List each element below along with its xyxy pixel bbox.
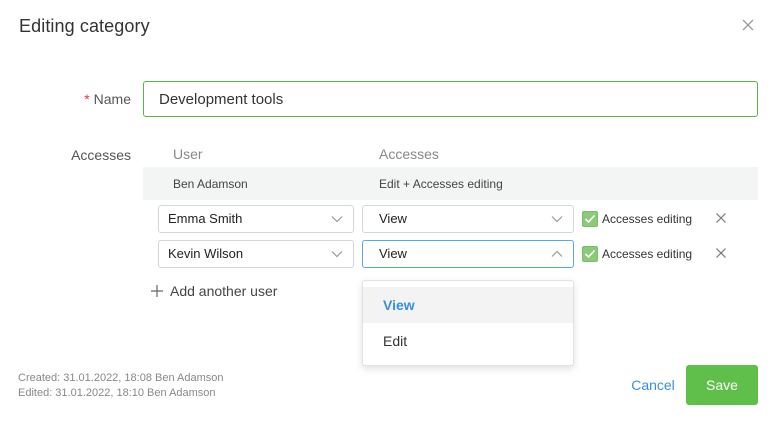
cancel-button[interactable]: Cancel <box>626 372 680 398</box>
user-select-row-2[interactable]: Kevin Wilson <box>158 240 354 268</box>
add-another-user-label: Add another user <box>170 283 278 299</box>
checkbox-checked-icon <box>582 246 598 262</box>
required-mark: * <box>84 91 90 107</box>
save-button[interactable]: Save <box>686 365 758 405</box>
chevron-down-icon <box>331 250 343 258</box>
chevron-down-icon <box>551 215 563 223</box>
owner-accesses: Edit + Accesses editing <box>379 177 503 191</box>
user-select-value: Emma Smith <box>168 211 243 226</box>
created-meta: Created: 31.01.2022, 18:08 Ben Adamson <box>18 372 224 384</box>
name-input[interactable] <box>143 81 758 117</box>
add-another-user-button[interactable]: Add another user <box>150 282 277 300</box>
dialog-title: Editing category <box>19 16 150 36</box>
edit-category-dialog: Editing category *Name Accesses User Acc… <box>0 0 771 421</box>
dropdown-option-edit[interactable]: Edit <box>363 323 573 359</box>
close-icon <box>742 19 754 31</box>
remove-user-button-row-2[interactable] <box>715 247 729 261</box>
close-icon <box>716 213 726 223</box>
user-select-value: Kevin Wilson <box>168 246 244 261</box>
accesses-editing-label: Accesses editing <box>602 247 693 261</box>
accesses-editing-checkbox-row-2[interactable]: Accesses editing <box>582 245 692 263</box>
chevron-up-icon <box>551 250 563 258</box>
remove-user-button-row-1[interactable] <box>715 212 729 226</box>
dropdown-option-view[interactable]: View <box>363 287 573 323</box>
name-label-text: Name <box>93 91 131 107</box>
access-select-row-2[interactable]: View <box>362 240 574 268</box>
close-icon <box>716 248 726 258</box>
close-button[interactable] <box>741 18 757 34</box>
checkbox-checked-icon <box>582 211 598 227</box>
accesses-label: Accesses <box>71 147 131 163</box>
access-select-value: View <box>379 246 407 261</box>
chevron-down-icon <box>331 215 343 223</box>
owner-user: Ben Adamson <box>173 177 248 191</box>
accesses-editing-label: Accesses editing <box>602 212 693 226</box>
column-header-accesses: Accesses <box>379 146 439 162</box>
plus-icon <box>150 284 164 298</box>
column-header-user: User <box>173 146 203 162</box>
access-select-value: View <box>379 211 407 226</box>
owner-row: Ben Adamson Edit + Accesses editing <box>143 167 758 200</box>
access-dropdown-menu: View Edit <box>362 280 574 366</box>
name-label: * Name <box>60 91 131 107</box>
accesses-editing-checkbox-row-1[interactable]: Accesses editing <box>582 210 692 228</box>
edited-meta: Edited: 31.01.2022, 18:10 Ben Adamson <box>18 387 216 399</box>
user-select-row-1[interactable]: Emma Smith <box>158 205 354 233</box>
access-select-row-1[interactable]: View <box>362 205 574 233</box>
